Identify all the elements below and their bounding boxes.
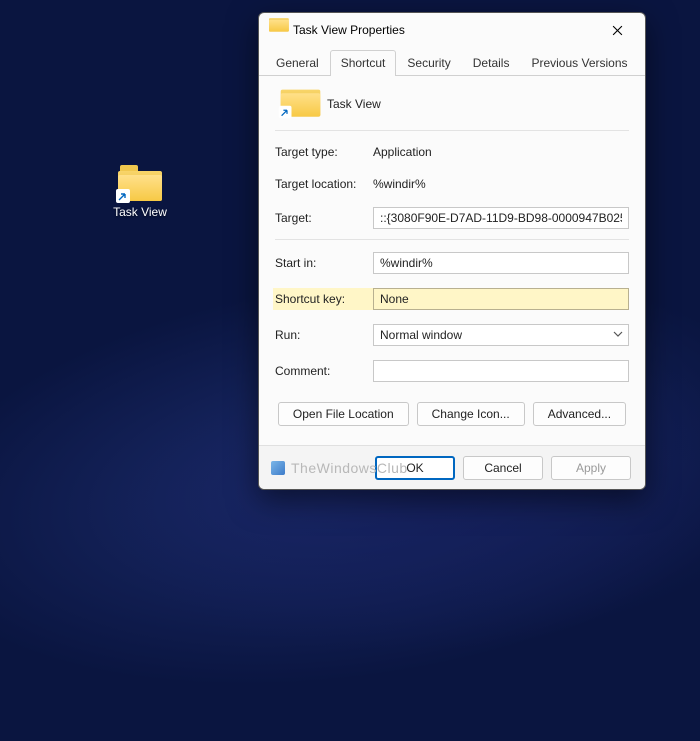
folder-shortcut-icon (118, 165, 162, 201)
desktop-shortcut-task-view[interactable]: Task View (102, 165, 178, 219)
label-target: Target: (275, 211, 373, 225)
header-folder-icon (281, 91, 312, 116)
desktop-shortcut-label: Task View (102, 205, 178, 219)
watermark: TheWindowsClub (271, 460, 408, 476)
dialog-footer: TheWindowsClub OK Cancel Apply (259, 445, 645, 489)
titlebar-folder-icon (269, 24, 276, 31)
tab-strip: General Shortcut Security Details Previo… (259, 49, 645, 76)
select-run-value[interactable] (373, 324, 629, 346)
open-file-location-button[interactable]: Open File Location (278, 402, 409, 426)
cancel-button[interactable]: Cancel (463, 456, 543, 480)
tab-general[interactable]: General (265, 50, 330, 76)
close-button[interactable] (595, 15, 639, 45)
select-run[interactable] (373, 324, 629, 346)
shortcut-overlay-icon (116, 189, 130, 203)
apply-button[interactable]: Apply (551, 456, 631, 480)
value-target-type: Application (373, 145, 629, 159)
properties-dialog: Task View Properties General Shortcut Se… (258, 12, 646, 490)
shortcut-overlay-icon (279, 106, 292, 119)
change-icon-button[interactable]: Change Icon... (417, 402, 525, 426)
tab-details[interactable]: Details (462, 50, 521, 76)
titlebar[interactable]: Task View Properties (259, 13, 645, 47)
label-target-location: Target location: (275, 177, 373, 191)
label-comment: Comment: (275, 364, 373, 378)
header-shortcut-name: Task View (327, 97, 381, 111)
value-target-location: %windir% (373, 177, 629, 191)
input-start-in[interactable] (373, 252, 629, 274)
advanced-button[interactable]: Advanced... (533, 402, 626, 426)
watermark-text: TheWindowsClub (291, 460, 408, 476)
label-target-type: Target type: (275, 145, 373, 159)
tab-body-shortcut: Task View Target type: Application Targe… (259, 76, 645, 445)
label-shortcut-key: Shortcut key: (273, 288, 373, 310)
watermark-icon (271, 461, 285, 475)
label-run: Run: (275, 328, 373, 342)
tab-shortcut[interactable]: Shortcut (330, 50, 397, 76)
label-start-in: Start in: (275, 256, 373, 270)
input-comment[interactable] (373, 360, 629, 382)
separator (275, 130, 629, 131)
separator (275, 239, 629, 240)
close-icon (612, 25, 623, 36)
input-target[interactable] (373, 207, 629, 229)
tab-previous-versions[interactable]: Previous Versions (520, 50, 638, 76)
titlebar-title: Task View Properties (293, 23, 595, 37)
input-shortcut-key[interactable] (373, 288, 629, 310)
tab-security[interactable]: Security (396, 50, 461, 76)
